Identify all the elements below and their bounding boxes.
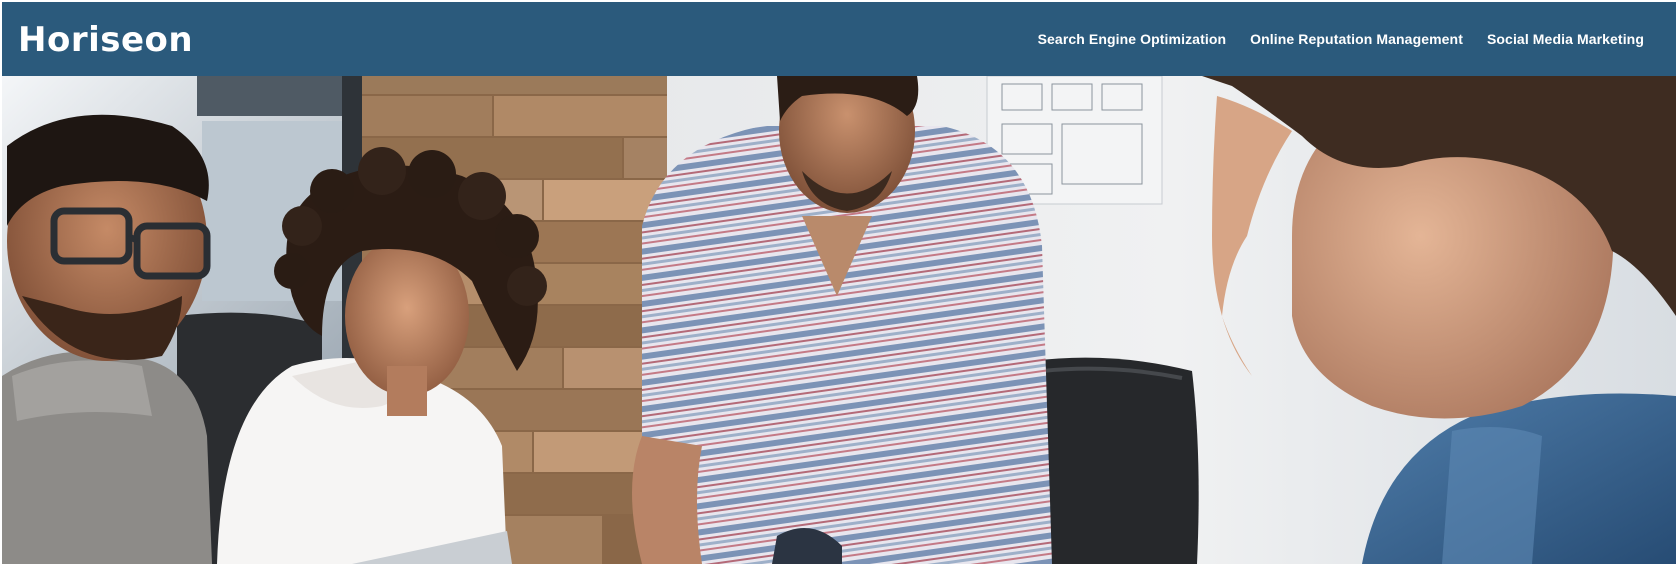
hero-image xyxy=(2,76,1676,564)
nav-link-social-media-marketing[interactable]: Social Media Marketing xyxy=(1487,31,1644,47)
page: Horiseon Search Engine Optimization Onli… xyxy=(0,0,1678,566)
nav-link-reputation-management[interactable]: Online Reputation Management xyxy=(1250,31,1463,47)
site-logo[interactable]: Horiseon xyxy=(18,20,193,60)
nav-link-seo[interactable]: Search Engine Optimization xyxy=(1038,31,1227,47)
site-header: Horiseon Search Engine Optimization Onli… xyxy=(2,2,1676,76)
main-nav: Search Engine Optimization Online Reputa… xyxy=(1038,2,1644,76)
hero-team-meeting-illustration xyxy=(2,76,1676,564)
